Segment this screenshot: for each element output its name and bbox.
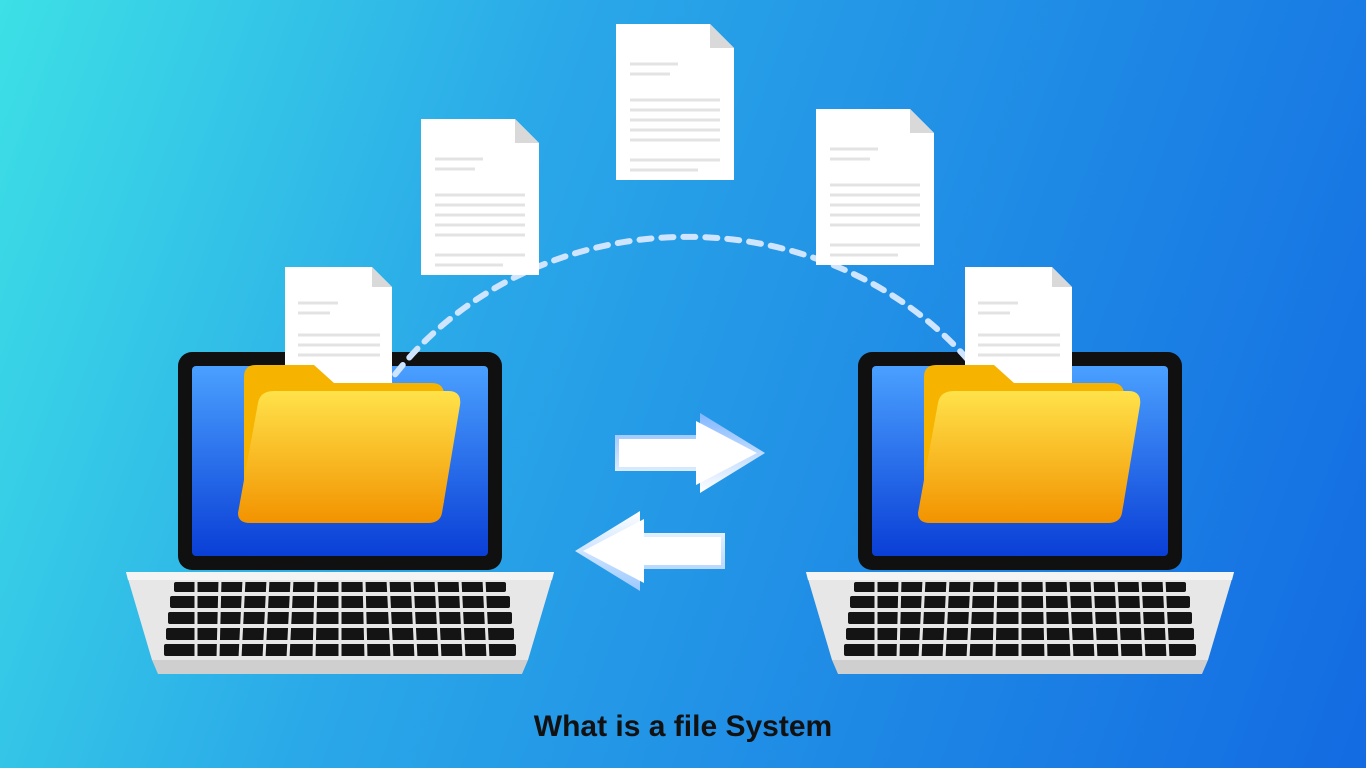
folder-with-document	[210, 265, 470, 525]
folder-with-document	[890, 265, 1150, 525]
transfer-arrows	[565, 405, 775, 600]
document-icon	[810, 105, 940, 270]
document-icon	[610, 20, 740, 185]
diagram-caption: What is a file System	[0, 710, 1366, 744]
arrow-left-icon	[575, 511, 725, 591]
arrow-right-icon	[615, 413, 765, 493]
diagram-canvas: What is a file System	[0, 0, 1366, 768]
document-icon	[415, 115, 545, 280]
